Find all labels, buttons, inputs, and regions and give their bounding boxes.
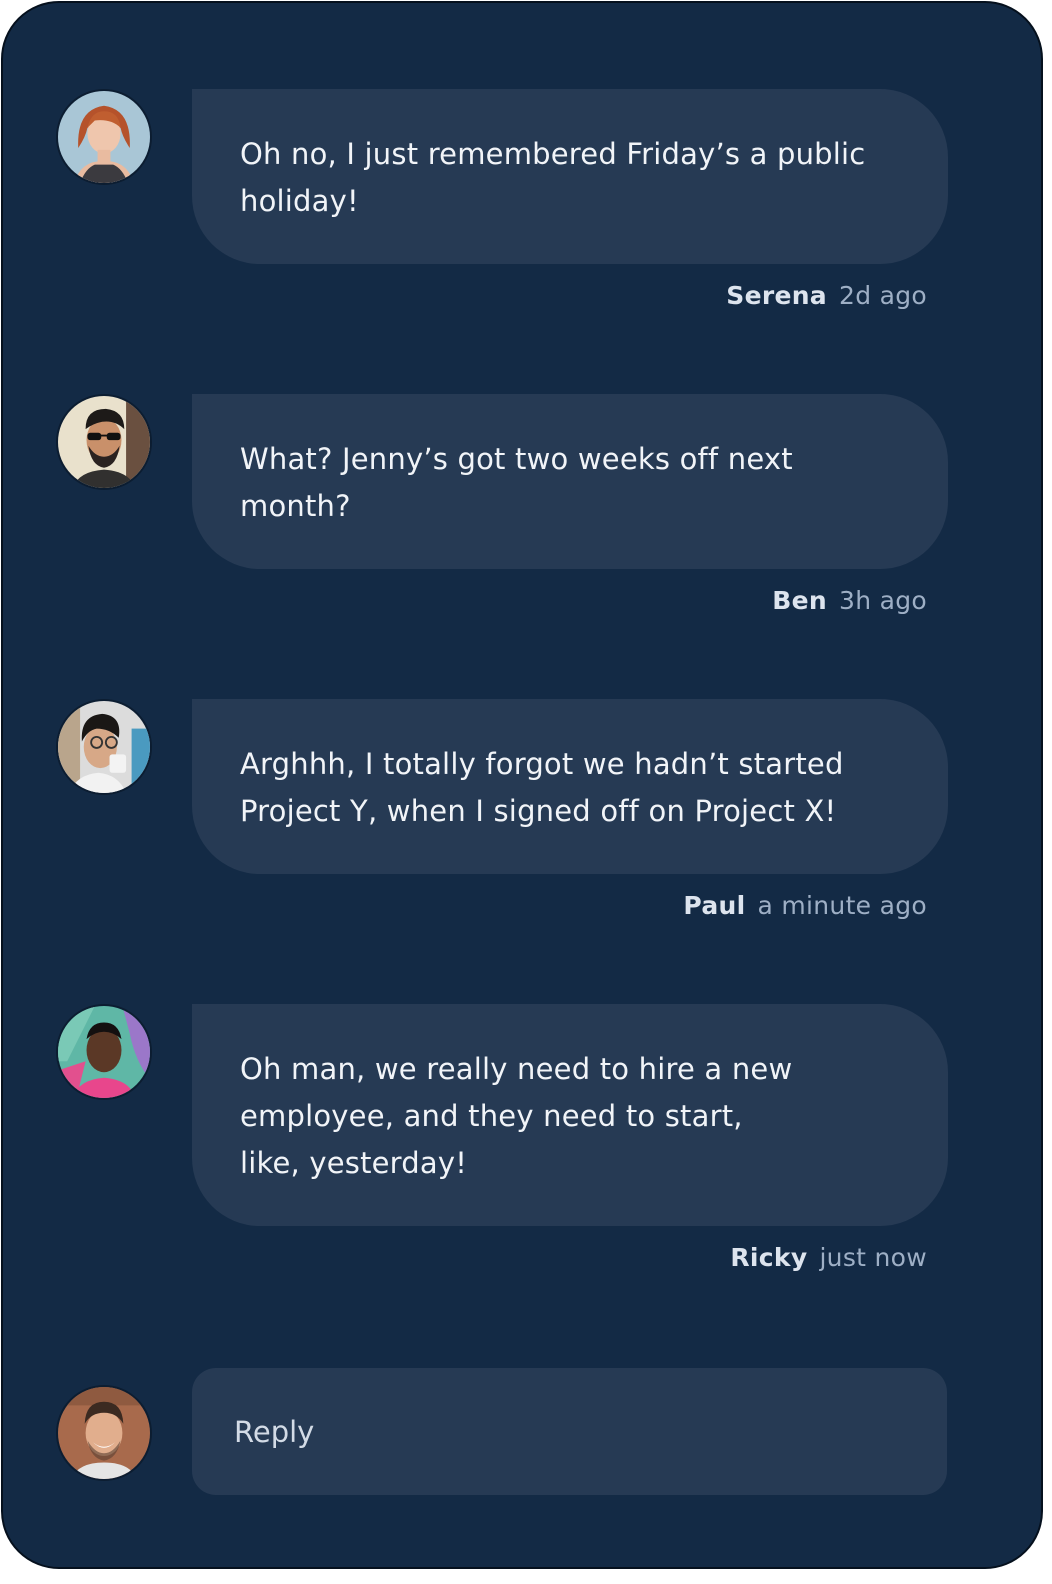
message-text-line: Arghhh, I totally forgot we hadn’t start… (240, 747, 844, 781)
message-bubble: What? Jenny’s got two weeks off next mon… (192, 394, 948, 569)
message-text-line: holiday! (240, 184, 359, 218)
message-meta: Ricky just now (730, 1243, 927, 1273)
timestamp: just now (819, 1243, 927, 1272)
avatar-ben-image (58, 396, 150, 488)
avatar-paul[interactable] (56, 699, 152, 795)
message-bubble: Arghhh, I totally forgot we hadn’t start… (192, 699, 948, 874)
timestamp: a minute ago (757, 891, 927, 920)
avatar-ben[interactable] (56, 394, 152, 490)
message-text-line: Oh no, I just remembered Friday’s a publ… (240, 137, 866, 171)
message-text-line: Project Y, when I signed off on Project … (240, 794, 837, 828)
message-meta: Serena 2d ago (726, 281, 927, 311)
avatar-current-user[interactable] (56, 1385, 152, 1481)
message-bubble: Oh man, we really need to hire a new emp… (192, 1004, 948, 1226)
author-name[interactable]: Ben (772, 586, 827, 615)
message-text-line: employee, and they need to start, (240, 1099, 743, 1133)
author-name[interactable]: Paul (683, 891, 745, 920)
avatar-ricky[interactable] (56, 1004, 152, 1100)
timestamp: 2d ago (838, 281, 927, 310)
message-text-line: like, yesterday! (240, 1146, 468, 1180)
message-meta: Ben 3h ago (772, 586, 927, 616)
message-meta: Paul a minute ago (683, 891, 927, 921)
avatar-serena-image (58, 91, 150, 183)
avatar-current-user-image (58, 1387, 150, 1479)
message-bubble: Oh no, I just remembered Friday’s a publ… (192, 89, 948, 264)
message-text-line: month? (240, 489, 351, 523)
timestamp: 3h ago (839, 586, 927, 615)
reply-input[interactable] (232, 1413, 907, 1450)
author-name[interactable]: Ricky (730, 1243, 807, 1272)
comment-thread-card: Oh no, I just remembered Friday’s a publ… (1, 1, 1043, 1569)
message-text-line: What? Jenny’s got two weeks off next (240, 442, 793, 476)
message-text-line: Oh man, we really need to hire a new (240, 1052, 793, 1086)
reply-field[interactable] (192, 1368, 947, 1495)
avatar-serena[interactable] (56, 89, 152, 185)
avatar-paul-image (58, 701, 150, 793)
avatar-ricky-image (58, 1006, 150, 1098)
author-name[interactable]: Serena (726, 281, 827, 310)
